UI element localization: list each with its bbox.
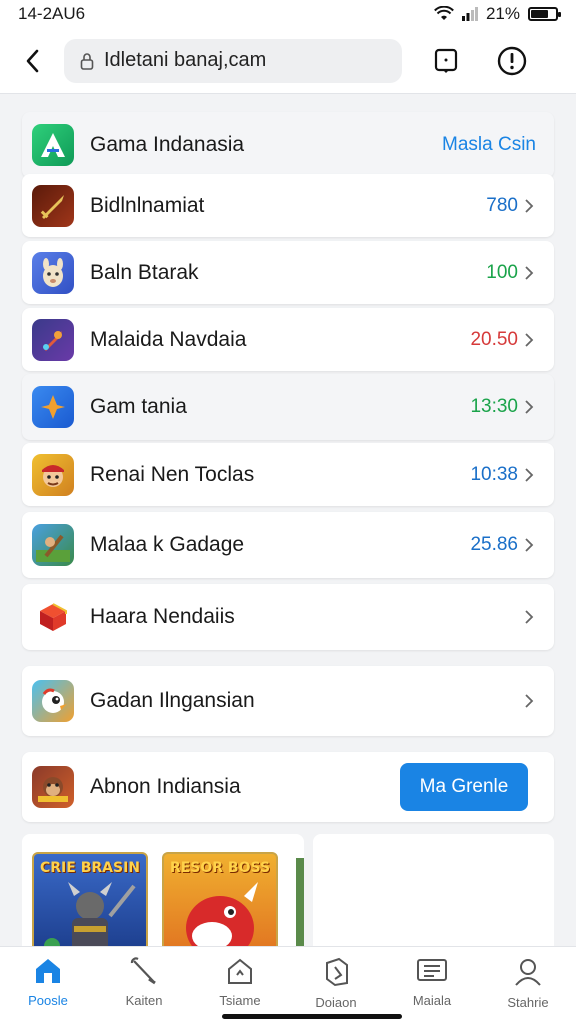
home-icon [36, 959, 60, 983]
lock-icon [80, 52, 94, 70]
warrior-icon [32, 524, 74, 566]
tab-label: Kaiten [125, 993, 163, 1008]
featured-card-empty [313, 834, 554, 946]
list-item[interactable]: Haara Nendaiis [22, 584, 554, 650]
tab-label: Tsiame [219, 993, 261, 1008]
list-icon [417, 959, 447, 981]
tools-icon [130, 957, 156, 985]
chevron-right-icon [525, 694, 534, 708]
star-icon [32, 386, 74, 428]
dragon-art-icon [186, 882, 258, 946]
list-item-value: Masla Csin [442, 134, 536, 155]
cube-icon [32, 596, 74, 638]
scroll-peek [296, 858, 304, 946]
list-item[interactable]: Gadan Ilngansian [22, 666, 554, 736]
document-icon [326, 957, 348, 987]
battery-percent: 21% [485, 4, 520, 23]
list-item-label: Bidlnlnamiat [90, 193, 205, 217]
list-item[interactable]: Bidlnlnamiat 780 [22, 174, 554, 237]
tab-list[interactable]: Maiala [384, 947, 480, 1024]
list-item-label: Haara Nendaiis [90, 605, 235, 628]
bird-icon [32, 680, 74, 722]
featured-thumbnail[interactable]: CRIE BRASIN [32, 852, 148, 946]
monkey-icon [32, 766, 74, 808]
tab-tools[interactable]: Kaiten [96, 947, 192, 1024]
featured-title: RESOR BOSS [169, 860, 271, 876]
knight-art-icon [44, 882, 136, 946]
list-item-label: Malaa k Gadage [90, 533, 245, 556]
list-item-label: Renai Nen Toclas [90, 462, 255, 486]
rocket-icon [32, 318, 74, 361]
featured-card[interactable]: CRIE BRASIN RESOR BOSS [22, 834, 304, 946]
list-item-label: Baln Btarak [90, 260, 199, 284]
chevron-right-icon [525, 332, 534, 347]
pirate-icon [32, 453, 74, 496]
tab-label: Doiaon [315, 995, 357, 1010]
list-item-value: 20.50 [470, 328, 518, 350]
list-item-value: 25.86 [470, 534, 518, 555]
llama-icon [32, 251, 74, 294]
bookmark-button[interactable] [418, 28, 474, 94]
list-item-value: 10:38 [470, 463, 518, 485]
bookmark-icon [434, 48, 458, 73]
sword-icon [32, 184, 74, 227]
list-item[interactable]: Gama Indanasia Masla Csin [22, 112, 554, 178]
back-button[interactable] [0, 28, 64, 94]
tab-label: Stahrie [507, 995, 549, 1010]
browser-toolbar: Idletani banaj,cam [0, 28, 576, 94]
list-item-value: 780 [486, 194, 518, 216]
list-item-label: Gama Indanasia [90, 133, 245, 156]
featured-thumbnail[interactable]: RESOR BOSS [162, 852, 278, 946]
status-bar: 14-2AU6 21% [0, 0, 576, 28]
status-time: 14-2AU6 [18, 4, 86, 23]
list-item-value: 13:30 [470, 396, 518, 417]
tab-store[interactable]: Tsiame [192, 947, 288, 1024]
featured-section: CRIE BRASIN RESOR BOSS [22, 834, 554, 946]
url-text: Idletani banaj,cam [104, 49, 267, 71]
battery-icon [528, 7, 561, 21]
list-item[interactable]: Abnon Indiansia Ma Grenle [22, 752, 554, 822]
list-item[interactable]: Malaa k Gadage 25.86 [22, 512, 554, 578]
list-item-label: Gadan Ilngansian [90, 689, 255, 712]
chevron-right-icon [525, 467, 534, 482]
bottom-tab-bar: Poosle Kaiten Tsiame Doiaon Maiala Stahr… [0, 946, 576, 1024]
address-bar[interactable]: Idletani banaj,cam [64, 38, 402, 83]
list-item[interactable]: Baln Btarak 100 [22, 241, 554, 304]
status-indicators: 21% [434, 4, 561, 24]
chevron-left-icon [26, 49, 39, 72]
green-triangle-icon [32, 124, 74, 166]
list-item[interactable]: Malaida Navdaia 20.50 [22, 308, 554, 371]
house-tag-icon [228, 958, 252, 984]
list-item-label: Abnon Indiansia [90, 775, 241, 798]
list-item[interactable]: Gam tania 13:30 [22, 374, 554, 440]
get-button[interactable]: Ma Grenle [400, 763, 528, 811]
game-list: Gama Indanasia Masla Csin Bidlnlnamiat 7… [0, 98, 576, 946]
list-item-label: Gam tania [90, 395, 187, 418]
chevron-right-icon [525, 198, 534, 213]
tab-label: Poosle [28, 993, 68, 1008]
home-indicator [222, 1014, 402, 1019]
tab-profile[interactable]: Stahrie [480, 947, 576, 1024]
chevron-right-icon [525, 400, 534, 414]
wifi-icon [434, 6, 454, 20]
chevron-right-icon [525, 265, 534, 280]
signal-icon [461, 7, 478, 21]
tab-home[interactable]: Poosle [0, 947, 96, 1024]
list-item-value: 100 [486, 261, 518, 283]
tab-label: Maiala [412, 993, 452, 1008]
list-item-label: Malaida Navdaia [90, 327, 247, 351]
tab-documents[interactable]: Doiaon [288, 947, 384, 1024]
profile-icon [515, 959, 541, 986]
list-item[interactable]: Renai Nen Toclas 10:38 [22, 443, 554, 506]
info-button[interactable] [484, 28, 540, 94]
chevron-right-icon [525, 610, 534, 624]
featured-title: CRIE BRASIN [40, 860, 140, 876]
alert-icon [497, 46, 527, 75]
chevron-right-icon [525, 538, 534, 552]
